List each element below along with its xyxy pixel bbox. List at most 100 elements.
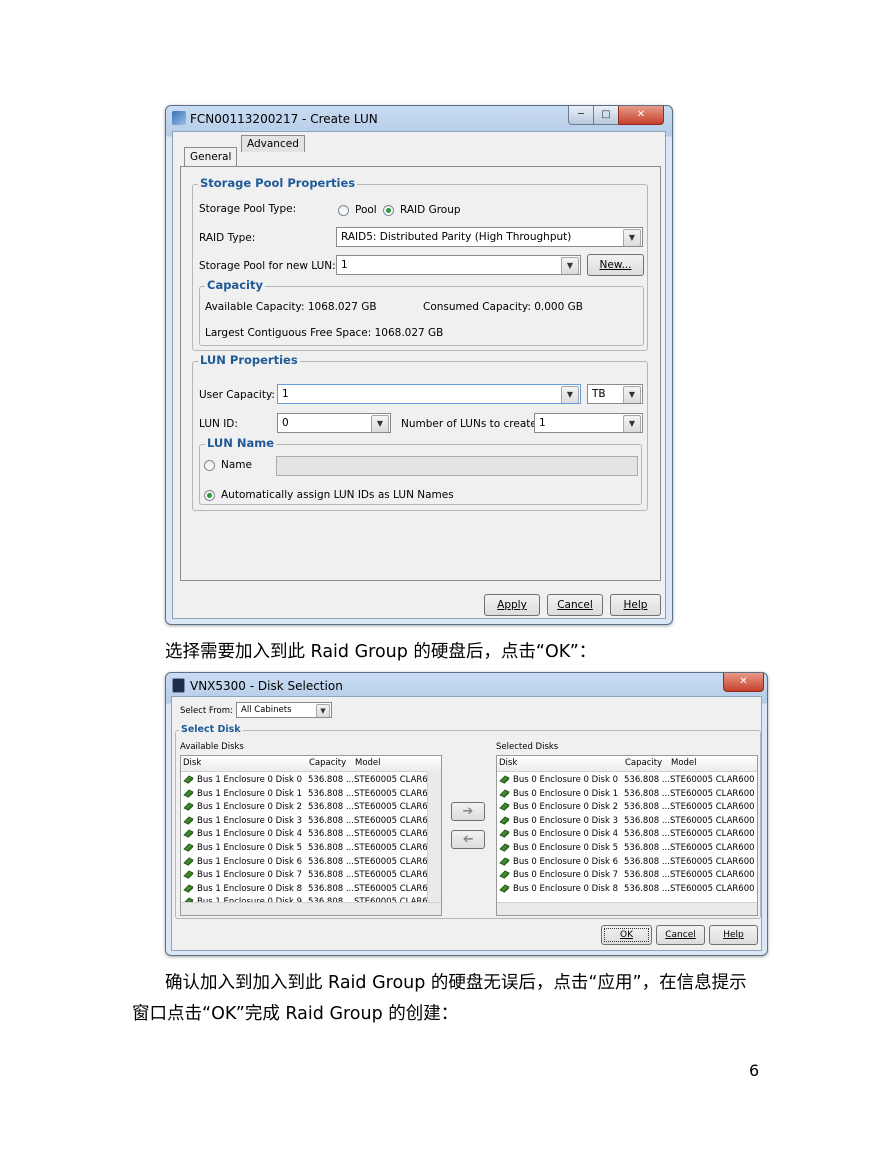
raid-group-radio[interactable] [383,205,394,216]
select-disk-group-label: Select Disk [179,724,243,735]
page-number: 6 [749,1061,760,1080]
list-item[interactable]: Bus 0 Enclosure 0 Disk 0 536.808 ... STE60… [497,774,757,788]
column-disk[interactable]: Disk [183,758,201,768]
disk-capacity: 536.808 ... [624,775,670,785]
column-disk[interactable]: Disk [499,758,517,768]
disk-name: Bus 1 Enclosure 0 Disk 7 [197,870,302,881]
disk-name: Bus 1 Enclosure 0 Disk 3 [197,815,302,826]
new-pool-button[interactable]: New... [587,254,644,276]
column-model[interactable]: Model [355,758,381,768]
disk-close-button[interactable]: ✕ [723,673,764,692]
cancel-button[interactable]: Cancel [547,594,603,616]
raid-type-select[interactable]: RAID5: Distributed Parity (High Throughp… [336,227,643,247]
column-capacity[interactable]: Capacity [309,758,346,768]
disk-capacity: 536.808 ... [624,883,670,894]
num-luns-select[interactable]: 1 ▼ [534,413,643,433]
tab-general[interactable]: General [184,147,238,166]
list-item[interactable]: Bus 0 Enclosure 0 Disk 5 536.808 ... STE60… [497,842,757,856]
lun-id-select[interactable]: 0 ▼ [277,413,391,433]
select-from-dropdown[interactable]: All Cabinets ▼ [236,702,332,718]
available-vertical-scrollbar[interactable] [427,771,441,903]
list-item[interactable]: Bus 1 Enclosure 0 Disk 8 536.808 ... STE60… [181,883,441,897]
tab-content-panel: Storage Pool Properties Storage Pool Typ… [180,166,661,581]
list-item[interactable]: Bus 1 Enclosure 0 Disk 6 536.808 ... STE60… [181,856,441,870]
lun-properties-group-label: LUN Properties [198,353,300,367]
disk-name: Bus 0 Enclosure 0 Disk 2 [513,802,618,813]
list-item[interactable]: Bus 0 Enclosure 0 Disk 6 536.808 ... STE60… [497,856,757,870]
create-lun-body: General Advanced Storage Pool Properties… [172,131,666,619]
name-radio-label: Name [221,459,252,471]
chevron-down-icon[interactable]: ▼ [316,704,330,717]
disk-name: Bus 0 Enclosure 0 Disk 4 [513,829,618,840]
disk-name: Bus 1 Enclosure 0 Disk 4 [197,829,302,840]
caption-confirm-line2: 窗口点击“OK”完成 Raid Group 的创建： [132,1004,459,1024]
column-model[interactable]: Model [671,758,697,768]
disk-capacity: 536.808 ... [624,802,670,813]
pool-radio[interactable] [338,205,349,216]
disk-capacity: 536.808 ... [308,775,354,785]
storage-pool-group-label: Storage Pool Properties [198,176,358,190]
list-item[interactable]: Bus 1 Enclosure 0 Disk 7 536.808 ... STE60… [181,869,441,883]
available-horizontal-scrollbar[interactable] [181,902,441,915]
chevron-down-icon[interactable]: ▼ [623,415,641,432]
disk-icon [499,802,510,812]
list-item[interactable]: Bus 0 Enclosure 0 Disk 4 536.808 ... STE60… [497,828,757,842]
ok-button[interactable]: OK [601,925,652,945]
maximize-button[interactable]: □ [593,106,619,125]
disk-capacity: 536.808 ... [624,815,670,826]
pool-for-lun-value: 1 [341,259,348,271]
disk-cancel-button[interactable]: Cancel [656,925,705,945]
raid-group-radio-label: RAID Group [400,204,461,216]
list-item[interactable]: Bus 0 Enclosure 0 Disk 1 536.808 ... STE60… [497,788,757,802]
help-button[interactable]: Help [610,594,661,616]
disk-help-button[interactable]: Help [709,925,758,945]
name-radio[interactable] [204,460,215,471]
create-lun-window: FCN00113200217 - Create LUN ─ □ ✕ Genera… [165,105,673,625]
chevron-down-icon[interactable]: ▼ [371,415,389,432]
pool-for-lun-select[interactable]: 1 ▼ [336,255,581,275]
chevron-down-icon[interactable]: ▼ [561,257,579,274]
auto-assign-radio[interactable] [204,490,215,501]
available-disks-list[interactable]: Disk Capacity Model Bus 1 Enclosure 0 Di… [180,755,442,916]
list-item[interactable]: Bus 1 Enclosure 0 Disk 5 536.808 ... STE60… [181,842,441,856]
chevron-down-icon[interactable]: ▼ [623,386,641,403]
list-item[interactable]: Bus 1 Enclosure 0 Disk 3 536.808 ... STE60… [181,815,441,829]
disk-model: STE60005 CLAR6 [354,815,428,826]
user-capacity-input[interactable]: 1 ▼ [277,384,581,404]
disk-icon [499,884,510,893]
lun-name-group: LUN Name Name Automatically assign LUN I… [199,436,642,505]
remove-disk-button[interactable]: ➔ [451,830,485,849]
list-item[interactable]: Bus 0 Enclosure 0 Disk 7 536.808 ... STE60… [497,869,757,883]
list-item[interactable]: Bus 1 Enclosure 0 Disk 1 536.808 ... STE60… [181,788,441,802]
disk-model: STE60005 CLAR6 [354,870,428,881]
disk-capacity: 536.808 ... [624,788,670,799]
lun-name-input[interactable] [276,456,638,476]
selected-horizontal-scrollbar[interactable] [497,902,757,915]
selected-disks-list[interactable]: Disk Capacity Model Bus 0 Enclosure 0 Di… [496,755,758,916]
disk-icon [183,816,194,825]
add-disk-button[interactable]: ➔ [451,802,485,821]
close-button[interactable]: ✕ [618,106,664,125]
disk-model: STE60005 CLAR600 [670,856,755,867]
tab-advanced[interactable]: Advanced [241,135,305,152]
chevron-down-icon[interactable]: ▼ [561,386,579,403]
chevron-down-icon[interactable]: ▼ [623,229,641,246]
select-from-label: Select From: [180,706,233,716]
disk-icon [499,870,510,880]
list-item[interactable]: Bus 1 Enclosure 0 Disk 0 536.808 ... STE60… [181,774,441,788]
lun-id-value: 0 [282,417,289,429]
disk-name: Bus 1 Enclosure 0 Disk 6 [197,856,302,867]
list-item[interactable]: Bus 0 Enclosure 0 Disk 3 536.808 ... STE60… [497,815,757,829]
storage-pool-group: Storage Pool Properties Storage Pool Typ… [192,176,648,351]
disk-name: Bus 0 Enclosure 0 Disk 8 [513,883,618,894]
minimize-button[interactable]: ─ [568,106,594,125]
list-item[interactable]: Bus 0 Enclosure 0 Disk 8 536.808 ... STE60… [497,883,757,897]
apply-button[interactable]: Apply [484,594,540,616]
list-item[interactable]: Bus 1 Enclosure 0 Disk 2 536.808 ... STE60… [181,801,441,815]
disk-model: STE60005 CLAR6 [354,829,428,840]
disk-model: STE60005 CLAR600 [670,870,755,881]
list-item[interactable]: Bus 0 Enclosure 0 Disk 2 536.808 ... STE60… [497,801,757,815]
capacity-unit-select[interactable]: TB ▼ [587,384,643,404]
column-capacity[interactable]: Capacity [625,758,662,768]
list-item[interactable]: Bus 1 Enclosure 0 Disk 4 536.808 ... STE60… [181,828,441,842]
